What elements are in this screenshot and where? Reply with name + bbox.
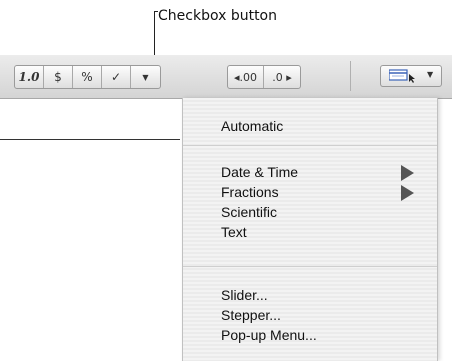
percent-format-button[interactable]: % <box>73 66 102 88</box>
menu-item-text[interactable]: Text <box>221 224 247 240</box>
menu-item-stepper[interactable]: Stepper... <box>221 307 281 323</box>
menu-separator <box>183 266 437 267</box>
increase-decimals-button[interactable]: .0 ▸ <box>264 66 300 88</box>
menu-item-date-time[interactable]: Date & Time <box>221 164 298 180</box>
menu-item-scientific[interactable]: Scientific <box>221 204 277 220</box>
menu-item-slider[interactable]: Slider... <box>221 287 268 303</box>
format-popup-menu: Automatic Date & Time Fractions Scientif… <box>182 98 438 361</box>
callout-leader-line <box>154 11 155 57</box>
format-menu-button[interactable]: ▼ <box>131 66 160 88</box>
decrease-decimals-button[interactable]: ◂.00 <box>228 66 264 88</box>
table-cursor-icon <box>389 69 415 83</box>
callout-label: Checkbox button <box>158 8 277 24</box>
toolbar-separator <box>350 61 351 91</box>
menu-item-fractions[interactable]: Fractions <box>221 184 279 200</box>
submenu-arrow-icon <box>401 185 414 201</box>
chevron-down-icon: ▼ <box>427 70 434 79</box>
currency-format-button[interactable]: $ <box>44 66 73 88</box>
decimal-format-button[interactable]: 1.0 <box>15 66 44 88</box>
decimal-places-group: ◂.00 .0 ▸ <box>227 65 301 89</box>
menu-item-automatic[interactable]: Automatic <box>221 118 283 134</box>
inspector-menu-button[interactable]: ▼ <box>380 65 442 87</box>
checkbox-format-button[interactable]: ✓ <box>102 66 131 88</box>
format-toolbar: 1.0 $ % ✓ ▼ ◂.00 .0 ▸ ▼ <box>0 55 452 99</box>
menu-item-popup-menu[interactable]: Pop-up Menu... <box>221 327 317 343</box>
content-divider <box>0 139 180 140</box>
menu-separator <box>183 145 437 146</box>
submenu-arrow-icon <box>401 165 414 181</box>
number-format-group: 1.0 $ % ✓ ▼ <box>14 65 161 89</box>
